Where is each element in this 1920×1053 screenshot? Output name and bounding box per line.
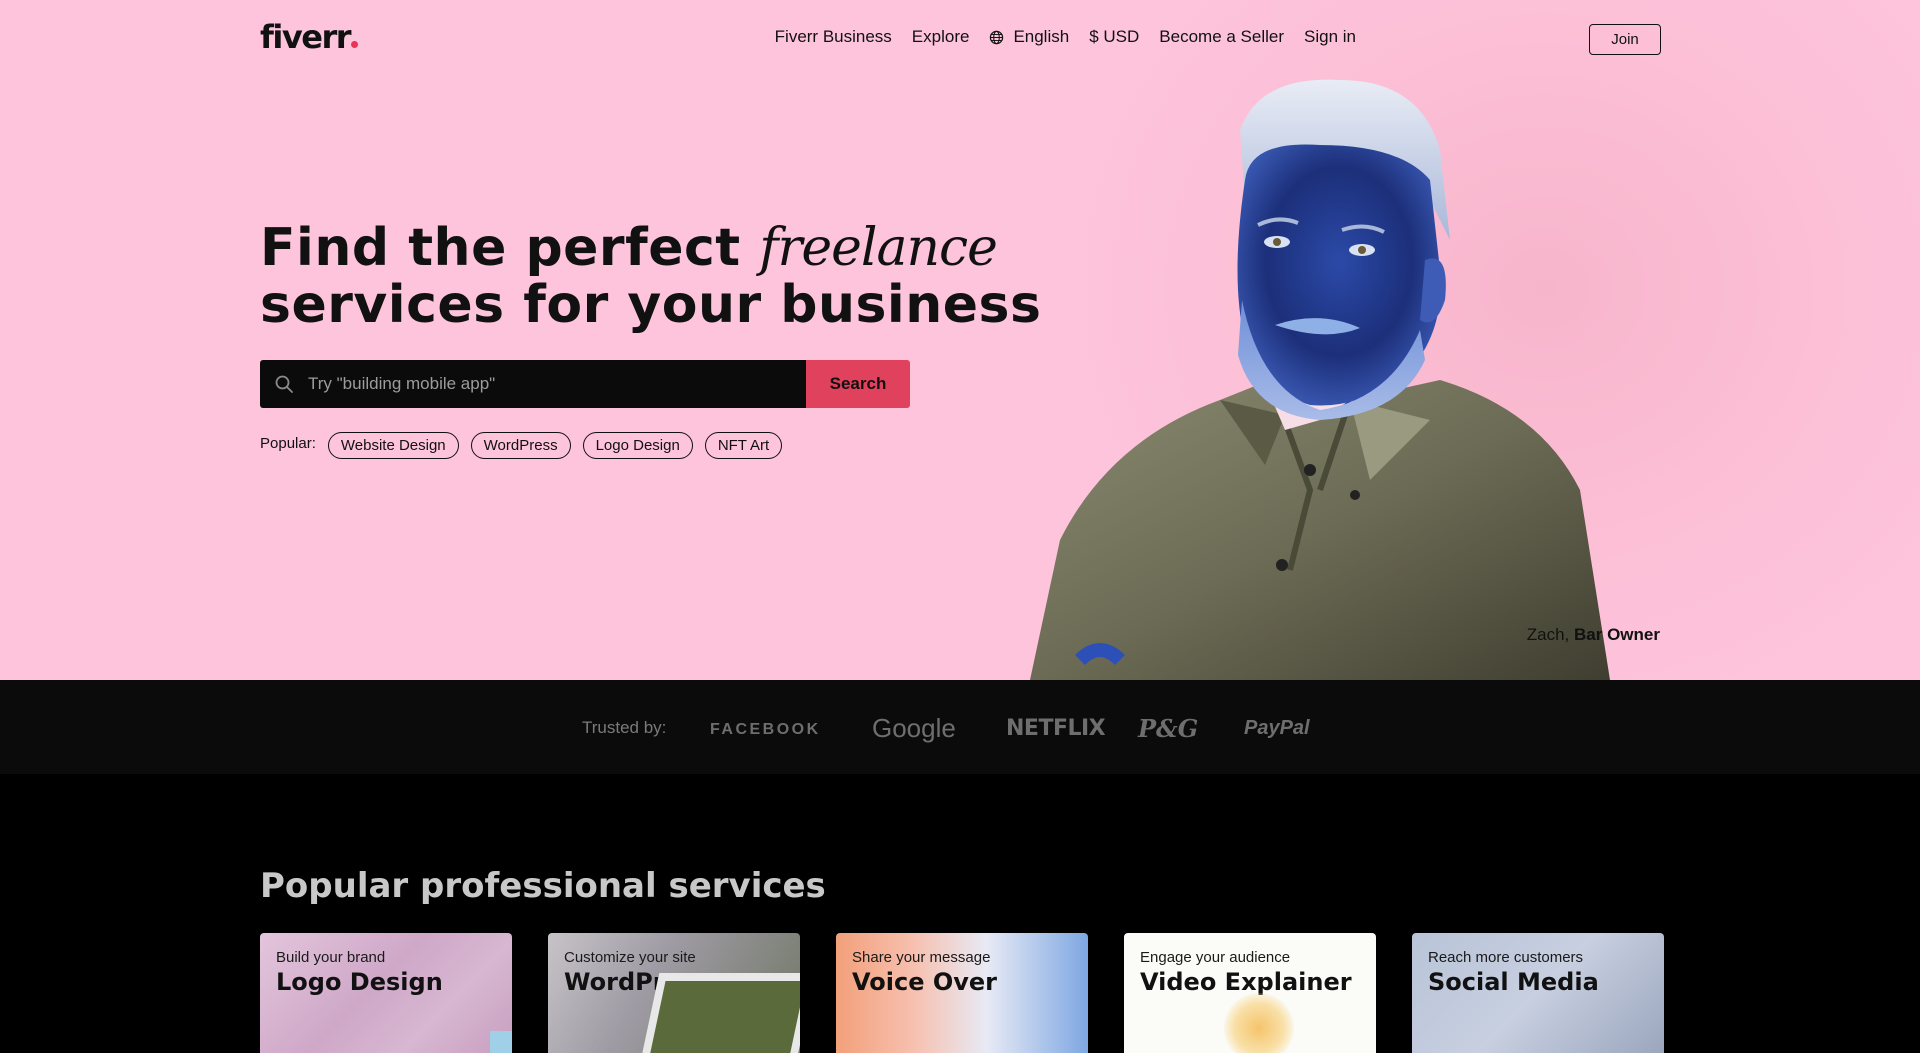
popular-tag-website-design[interactable]: Website Design [327, 432, 459, 459]
google-logo: Google [872, 713, 956, 743]
popular-tag-logo-design[interactable]: Logo Design [582, 432, 693, 459]
nav-fiverr-business[interactable]: Fiverr Business [775, 27, 892, 47]
trusted-label: Trusted by: [582, 718, 667, 737]
headline-part2: services for your business [260, 275, 1042, 335]
search-icon [275, 375, 293, 393]
hero-section: fiverr Fiverr Business Explore English $… [0, 0, 1920, 680]
nav-language[interactable]: English [989, 27, 1069, 47]
search-input[interactable] [306, 373, 786, 395]
trusted-by-bar: Trusted by: FACEBOOK Google NETFLIX P&G … [0, 680, 1920, 774]
popular-tags: Popular: Website Design WordPress Logo D… [260, 432, 794, 459]
card-title: Social Media [1428, 968, 1599, 996]
card-title: Logo Design [276, 968, 443, 996]
globe-icon [990, 30, 1004, 44]
paypal-logo: PayPal [1244, 717, 1310, 739]
popular-label: Popular: [260, 435, 316, 452]
caption-role: Bar Owner [1574, 625, 1660, 644]
search-bar: Search [260, 360, 910, 408]
nav-currency[interactable]: $ USD [1089, 27, 1139, 47]
service-card-wordpress[interactable]: Customize your site WordPress [548, 933, 800, 1053]
fiverr-logo[interactable]: fiverr [260, 18, 359, 56]
service-card-social-media[interactable]: Reach more customers Social Media [1412, 933, 1664, 1053]
card-subtitle: Build your brand [276, 949, 386, 966]
join-button[interactable]: Join [1589, 24, 1661, 55]
pg-logo: P&G [1138, 714, 1199, 743]
services-cards: Build your brand Logo Design Customize y… [260, 933, 1664, 1053]
card-title: WordPress [564, 968, 710, 996]
service-card-video-explainer[interactable]: Engage your audience Video Explainer [1124, 933, 1376, 1053]
nav-become-seller[interactable]: Become a Seller [1159, 27, 1284, 47]
logo-text: fiverr [260, 18, 352, 56]
service-card-voice-over[interactable]: Share your message Voice Over [836, 933, 1088, 1053]
card-title: Voice Over [852, 968, 997, 996]
hero-headline: Find the perfect freelance services for … [260, 220, 1041, 334]
headline-italic: freelance [759, 218, 998, 278]
top-nav: fiverr Fiverr Business Explore English $… [0, 0, 1920, 78]
caption-name: Zach, [1526, 625, 1570, 644]
netflix-logo: NETFLIX [1006, 716, 1106, 741]
card-subtitle: Customize your site [564, 949, 696, 966]
services-title: Popular professional services [260, 866, 826, 906]
card-title: Video Explainer [1140, 968, 1352, 996]
facebook-logo: FACEBOOK [710, 721, 821, 738]
nav-explore[interactable]: Explore [912, 27, 970, 47]
hero-caption: Zach, Bar Owner [1527, 625, 1660, 645]
card-subtitle: Reach more customers [1428, 949, 1584, 966]
popular-tag-nft-art[interactable]: NFT Art [704, 432, 783, 459]
popular-tag-wordpress[interactable]: WordPress [470, 432, 571, 459]
logo-dot [351, 41, 359, 48]
nav-sign-in[interactable]: Sign in [1304, 27, 1356, 47]
service-card-logo-design[interactable]: Build your brand Logo Design [260, 933, 512, 1053]
card-subtitle: Share your message [852, 949, 991, 966]
search-field[interactable] [260, 360, 806, 408]
card-subtitle: Engage your audience [1140, 949, 1291, 966]
search-button[interactable]: Search [806, 360, 910, 408]
headline-part1: Find the perfect [260, 218, 760, 278]
hero-person-image [1030, 79, 1610, 680]
nav-links: Fiverr Business Explore English $ USD Be… [755, 27, 1356, 47]
nav-language-label: English [1013, 27, 1070, 46]
